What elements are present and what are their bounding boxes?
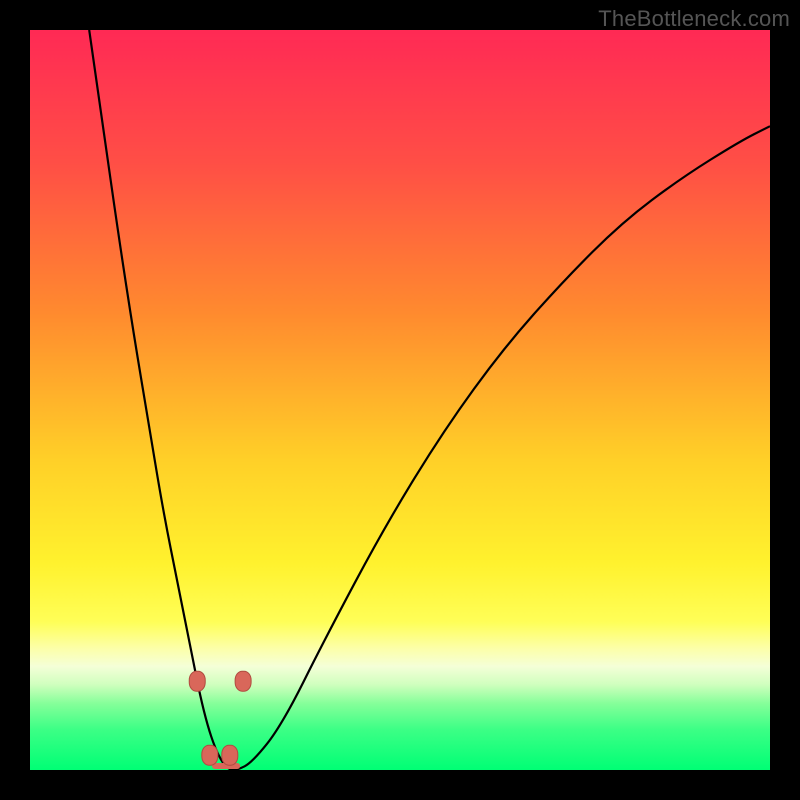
watermark-text: TheBottleneck.com (598, 6, 790, 32)
plot-background-gradient (30, 30, 770, 770)
plot-frame (30, 30, 770, 770)
